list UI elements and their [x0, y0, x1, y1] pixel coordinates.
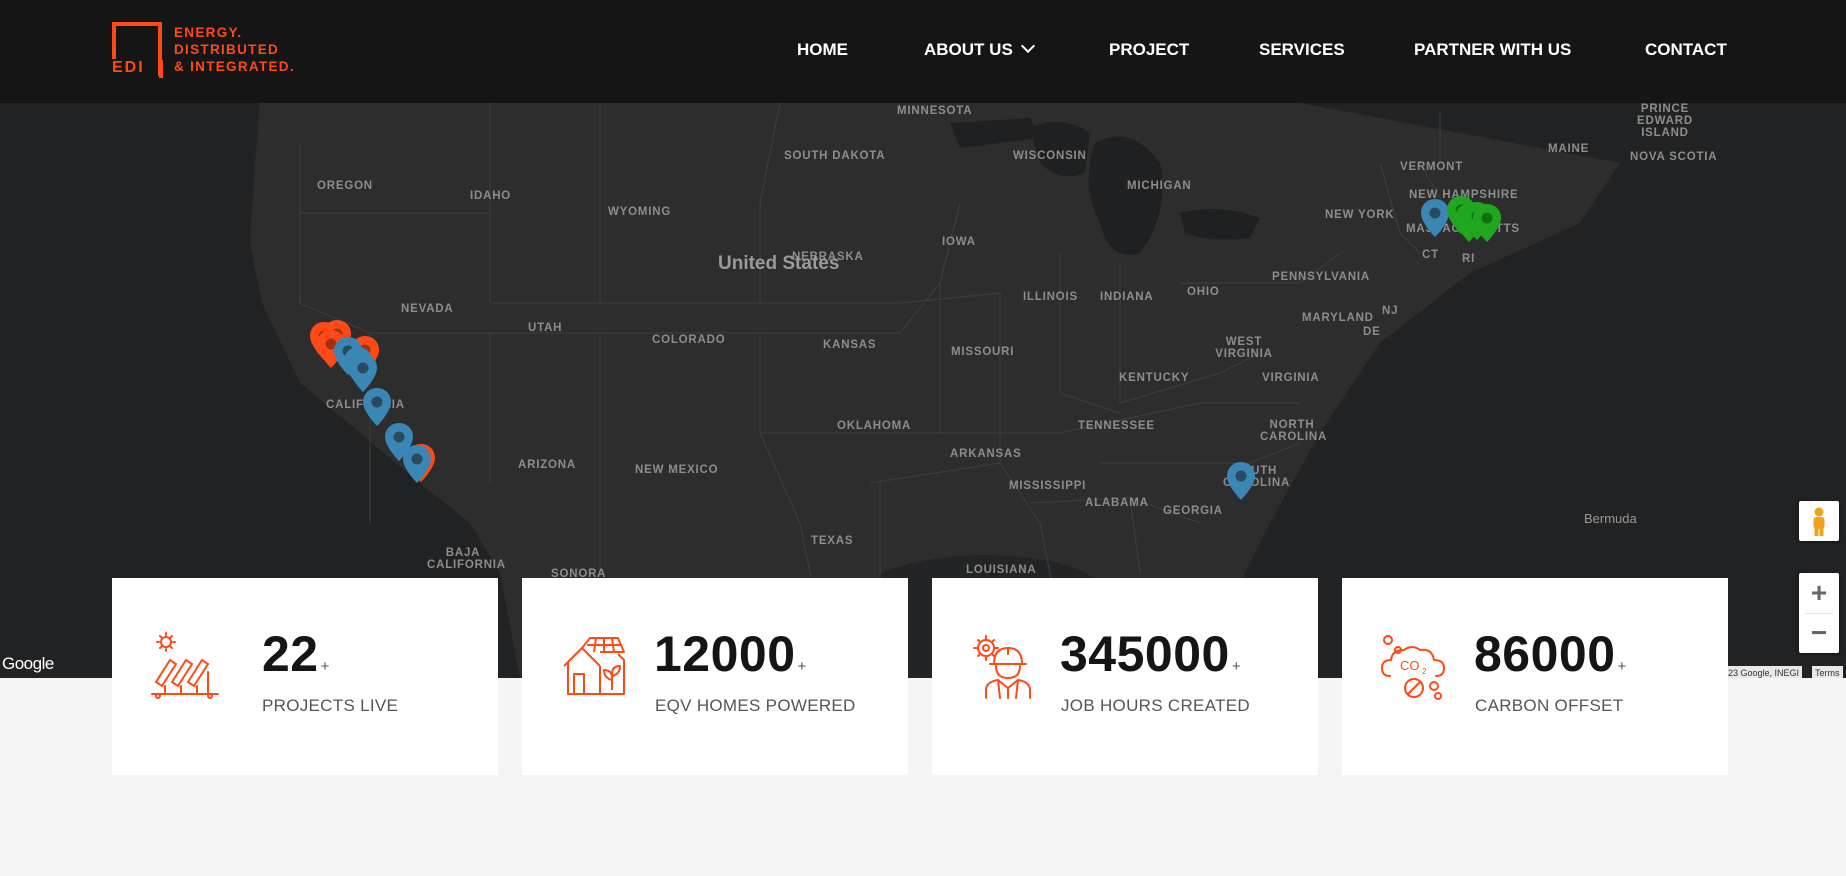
stat-card-projects: 22 + PROJECTS LIVE: [112, 578, 498, 775]
map-terms-link[interactable]: Terms: [1812, 666, 1843, 678]
stat-card-carbon: CO 2 86000 + CARBON OFFSET: [1342, 578, 1728, 775]
solar-home-icon: [563, 637, 625, 695]
stat-suffix: +: [797, 658, 807, 675]
stat-number: 86000: [1474, 626, 1616, 682]
svg-text:CO: CO: [1400, 658, 1420, 673]
map-marker-blue[interactable]: [1227, 462, 1255, 500]
map-marker-blue[interactable]: [363, 388, 391, 426]
logo-line: DISTRIBUTED: [174, 42, 280, 57]
co2-cloud-icon: CO 2: [1381, 635, 1445, 700]
stat-suffix: +: [1617, 658, 1627, 675]
chevron-down-icon: [1020, 38, 1035, 54]
solar-panels-icon: [151, 632, 219, 699]
stat-number: 22: [262, 626, 319, 682]
stat-value: 86000 +: [1474, 626, 1627, 695]
stat-label: JOB HOURS CREATED: [1061, 696, 1250, 715]
stat-card-homes: 12000 + EQV HOMES POWERED: [522, 578, 908, 775]
google-logo[interactable]: Google: [2, 654, 54, 674]
stat-value: 12000 +: [654, 626, 807, 695]
stat-value: 345000 +: [1060, 626, 1241, 695]
zoom-out-button[interactable]: −: [1799, 613, 1839, 653]
map-marker-blue[interactable]: [403, 445, 431, 483]
stat-value: 22 +: [262, 626, 330, 695]
stat-number: 345000: [1060, 626, 1230, 682]
edi-logo[interactable]: EDI ENERGY. DISTRIBUTED & INTEGRATED.: [112, 22, 312, 80]
nav-contact[interactable]: CONTACT: [1645, 40, 1727, 60]
street-view-pegman[interactable]: [1799, 501, 1839, 541]
nav-project[interactable]: PROJECT: [1109, 40, 1189, 60]
nav-partner-with-us[interactable]: PARTNER WITH US: [1414, 40, 1571, 60]
logo-mark: EDI: [112, 59, 149, 77]
zoom-in-button[interactable]: +: [1799, 573, 1839, 613]
logo-line: ENERGY.: [174, 25, 243, 40]
map-marker-blue[interactable]: [349, 354, 377, 392]
nav-about-us[interactable]: ABOUT US: [924, 38, 1035, 60]
stat-label: CARBON OFFSET: [1475, 696, 1624, 715]
logo-tagline: ENERGY. DISTRIBUTED & INTEGRATED.: [174, 24, 295, 75]
map-marker-blue[interactable]: [1421, 199, 1449, 237]
logo-line: & INTEGRATED.: [174, 59, 295, 74]
stat-number: 12000: [654, 626, 796, 682]
stat-card-job-hours: 345000 + JOB HOURS CREATED: [932, 578, 1318, 775]
nav-about-label: ABOUT US: [924, 40, 1013, 59]
pegman-icon: [1813, 507, 1825, 536]
engineer-worker-icon: [973, 635, 1031, 699]
stat-label: PROJECTS LIVE: [262, 696, 399, 715]
svg-text:2: 2: [1422, 667, 1427, 676]
stat-suffix: +: [320, 658, 330, 675]
site-header: EDI ENERGY. DISTRIBUTED & INTEGRATED. HO…: [0, 0, 1846, 103]
nav-services[interactable]: SERVICES: [1259, 40, 1345, 60]
stat-suffix: +: [1231, 658, 1242, 675]
nav-home[interactable]: HOME: [797, 40, 848, 60]
map-attribution: 23 Google, INEGI: [1725, 666, 1803, 678]
logo-bar: [159, 60, 163, 78]
zoom-control: + −: [1799, 573, 1839, 653]
stat-label: EQV HOMES POWERED: [655, 696, 856, 715]
